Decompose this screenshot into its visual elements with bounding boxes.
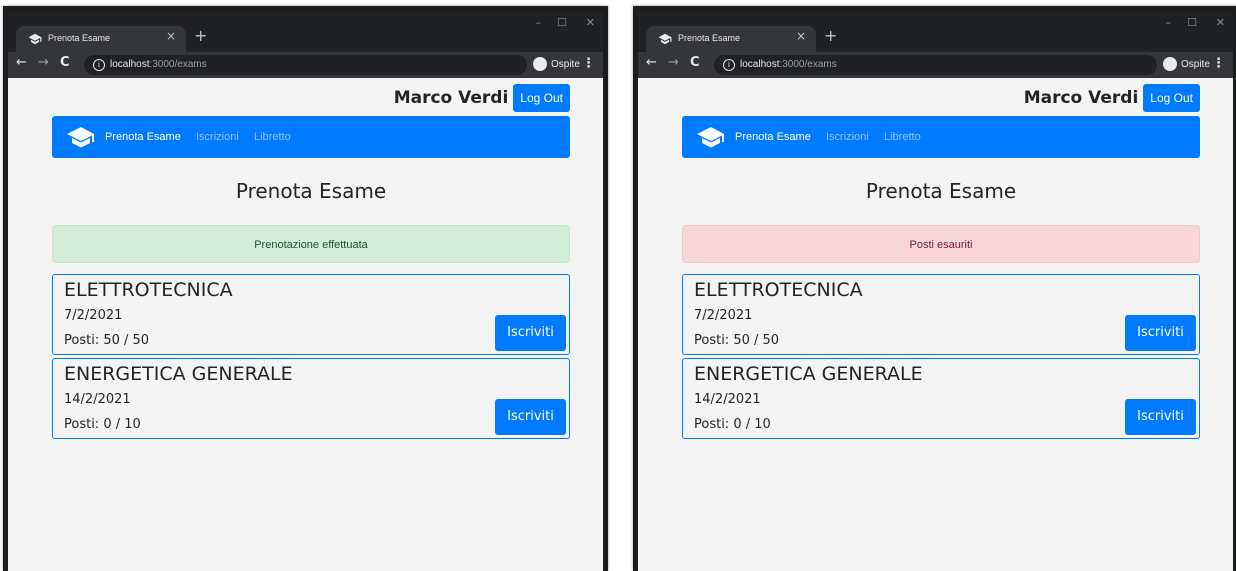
browser-toolbar: ← → C i localhost:3000/exams Ospite ⋮ bbox=[8, 52, 603, 78]
browser-frame: Prenota Esame × + – ☐ ✕ ← → C i localhos… bbox=[638, 12, 1233, 571]
user-bar: Marco Verdi Log Out bbox=[394, 84, 570, 112]
exam-name: ELETTROTECNICA bbox=[64, 279, 233, 301]
enroll-button[interactable]: Iscriviti bbox=[495, 399, 566, 435]
reload-icon[interactable]: C bbox=[60, 55, 70, 70]
graduation-cap-icon bbox=[28, 33, 42, 45]
navbar: Prenota Esame Iscrizioni Libretto bbox=[682, 116, 1200, 158]
browser-window-right: Prenota Esame × + – ☐ ✕ ← → C i localhos… bbox=[633, 6, 1236, 571]
browser-frame: Prenota Esame × + – ☐ ✕ ← → C i localhos… bbox=[8, 12, 603, 571]
logout-button[interactable]: Log Out bbox=[513, 84, 570, 112]
profile-label: Ospite bbox=[551, 59, 580, 70]
browser-window-left: Prenota Esame × + – ☐ ✕ ← → C i localhos… bbox=[3, 6, 608, 571]
nav-link-libretto[interactable]: Libretto bbox=[884, 131, 921, 143]
exam-seats: Posti: 50 / 50 bbox=[64, 333, 150, 348]
enroll-button[interactable]: Iscriviti bbox=[1125, 315, 1196, 351]
exam-date: 7/2/2021 bbox=[64, 308, 123, 323]
nav-link-libretto[interactable]: Libretto bbox=[254, 131, 291, 143]
profile-button[interactable]: Ospite bbox=[533, 55, 580, 75]
forward-arrow-icon[interactable]: → bbox=[38, 55, 49, 70]
nav-link-prenota-esame[interactable]: Prenota Esame bbox=[735, 131, 811, 143]
navbar: Prenota Esame Iscrizioni Libretto bbox=[52, 116, 570, 158]
enroll-button[interactable]: Iscriviti bbox=[1125, 399, 1196, 435]
info-icon[interactable]: i bbox=[93, 59, 105, 71]
exam-date: 7/2/2021 bbox=[694, 308, 753, 323]
success-alert: Prenotazione effettuata bbox=[52, 225, 570, 263]
minimize-button[interactable]: – bbox=[536, 16, 542, 29]
exam-card: ELETTROTECNICA 7/2/2021 Posti: 50 / 50 I… bbox=[682, 274, 1200, 355]
page-viewport: Marco Verdi Log Out Prenota Esame Iscriz… bbox=[638, 78, 1233, 571]
page-viewport: Marco Verdi Log Out Prenota Esame Iscriz… bbox=[8, 78, 603, 571]
exam-card: ENERGETICA GENERALE 14/2/2021 Posti: 0 /… bbox=[682, 358, 1200, 439]
info-icon[interactable]: i bbox=[723, 59, 735, 71]
exam-date: 14/2/2021 bbox=[694, 392, 761, 407]
title-bar: Prenota Esame × + – ☐ ✕ bbox=[638, 12, 1233, 52]
tab-title: Prenota Esame bbox=[48, 33, 111, 43]
graduation-cap-icon bbox=[658, 33, 672, 45]
url-text: localhost:3000/exams bbox=[110, 59, 207, 70]
browser-tab[interactable]: Prenota Esame × bbox=[16, 26, 186, 52]
minimize-button[interactable]: – bbox=[1166, 16, 1172, 29]
tab-close-icon[interactable]: × bbox=[166, 29, 176, 43]
back-arrow-icon[interactable]: ← bbox=[646, 55, 657, 70]
graduation-cap-icon[interactable] bbox=[66, 126, 96, 148]
exam-card: ELETTROTECNICA 7/2/2021 Posti: 50 / 50 I… bbox=[52, 274, 570, 355]
exam-date: 14/2/2021 bbox=[64, 392, 131, 407]
menu-dots-icon[interactable]: ⋮ bbox=[1212, 56, 1225, 71]
profile-button[interactable]: Ospite bbox=[1163, 55, 1210, 75]
close-window-button[interactable]: ✕ bbox=[1216, 16, 1225, 29]
browser-tab[interactable]: Prenota Esame × bbox=[646, 26, 816, 52]
nav-link-prenota-esame[interactable]: Prenota Esame bbox=[105, 131, 181, 143]
nav-link-iscrizioni[interactable]: Iscrizioni bbox=[196, 131, 239, 143]
profile-label: Ospite bbox=[1181, 59, 1210, 70]
enroll-button[interactable]: Iscriviti bbox=[495, 315, 566, 351]
exam-seats: Posti: 50 / 50 bbox=[694, 333, 780, 348]
maximize-button[interactable]: ☐ bbox=[1187, 16, 1197, 29]
address-bar[interactable]: i localhost:3000/exams bbox=[714, 55, 1157, 75]
username: Marco Verdi bbox=[1023, 88, 1139, 108]
exam-seats: Posti: 0 / 10 bbox=[694, 417, 771, 432]
profile-icon bbox=[1163, 57, 1177, 71]
exam-name: ENERGETICA GENERALE bbox=[694, 363, 923, 385]
browser-toolbar: ← → C i localhost:3000/exams Ospite ⋮ bbox=[638, 52, 1233, 78]
tab-close-icon[interactable]: × bbox=[796, 29, 806, 43]
address-bar[interactable]: i localhost:3000/exams bbox=[84, 55, 527, 75]
reload-icon[interactable]: C bbox=[690, 55, 700, 70]
username: Marco Verdi bbox=[393, 88, 509, 108]
tab-title: Prenota Esame bbox=[678, 33, 741, 43]
exam-seats: Posti: 0 / 10 bbox=[64, 417, 141, 432]
new-tab-button[interactable]: + bbox=[824, 28, 837, 44]
error-alert: Posti esauriti bbox=[682, 225, 1200, 263]
close-window-button[interactable]: ✕ bbox=[586, 16, 595, 29]
maximize-button[interactable]: ☐ bbox=[557, 16, 567, 29]
profile-icon bbox=[533, 57, 547, 71]
graduation-cap-icon[interactable] bbox=[696, 126, 726, 148]
nav-link-iscrizioni[interactable]: Iscrizioni bbox=[826, 131, 869, 143]
exam-name: ELETTROTECNICA bbox=[694, 279, 863, 301]
exam-card: ENERGETICA GENERALE 14/2/2021 Posti: 0 /… bbox=[52, 358, 570, 439]
menu-dots-icon[interactable]: ⋮ bbox=[582, 56, 595, 71]
new-tab-button[interactable]: + bbox=[194, 28, 207, 44]
user-bar: Marco Verdi Log Out bbox=[1024, 84, 1200, 112]
title-bar: Prenota Esame × + – ☐ ✕ bbox=[8, 12, 603, 52]
forward-arrow-icon[interactable]: → bbox=[668, 55, 679, 70]
page-title: Prenota Esame bbox=[235, 179, 387, 203]
url-text: localhost:3000/exams bbox=[740, 59, 837, 70]
page-title: Prenota Esame bbox=[865, 179, 1017, 203]
logout-button[interactable]: Log Out bbox=[1143, 84, 1200, 112]
back-arrow-icon[interactable]: ← bbox=[16, 55, 27, 70]
exam-name: ENERGETICA GENERALE bbox=[64, 363, 293, 385]
